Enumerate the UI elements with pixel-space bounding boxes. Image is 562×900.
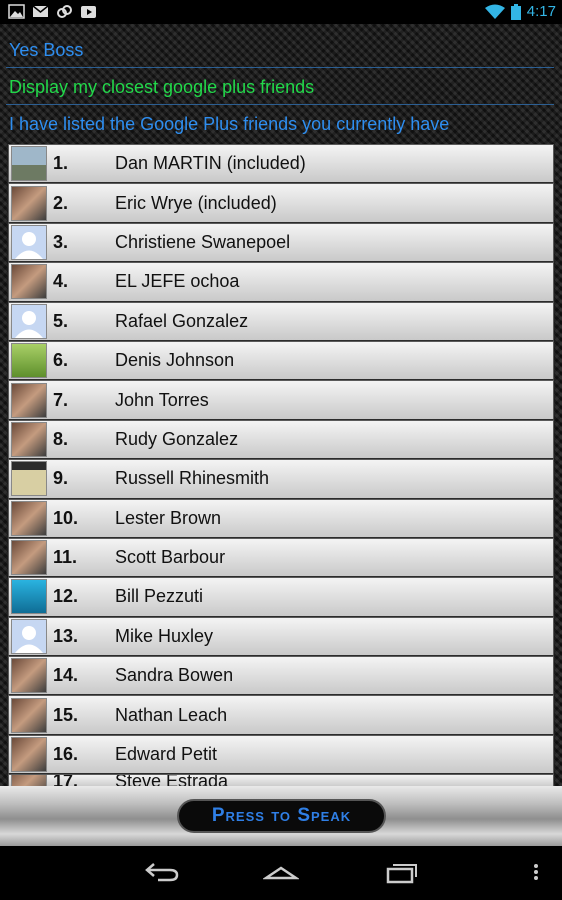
battery-icon <box>510 3 521 20</box>
list-item[interactable]: 8. Rudy Gonzalez <box>8 419 554 460</box>
friend-name: Scott Barbour <box>115 547 226 568</box>
friend-rank: 9. <box>53 468 69 489</box>
list-item[interactable]: 16. Edward Petit <box>8 734 554 775</box>
avatar <box>11 697 47 733</box>
friend-rank: 4. <box>53 271 69 292</box>
wifi-icon <box>484 4 505 19</box>
avatar <box>11 303 47 339</box>
friend-rank: 13. <box>53 625 79 646</box>
friend-rank: 5. <box>53 310 69 331</box>
avatar <box>11 461 47 497</box>
friend-rank: 8. <box>53 428 69 449</box>
list-item[interactable]: 2. Eric Wrye (included) <box>8 183 554 223</box>
avatar <box>11 382 47 418</box>
list-item[interactable]: 10. Lester Brown <box>8 498 554 538</box>
user-command: Display my closest google plus friends <box>9 77 315 97</box>
gmail-icon <box>32 5 49 17</box>
friend-rank: 2. <box>53 192 69 213</box>
navigation-bar <box>0 846 562 900</box>
list-item[interactable]: 13. Mike Huxley <box>8 616 554 657</box>
list-item[interactable]: 17. Steve Estrada <box>8 774 554 786</box>
clock: 4:17 <box>526 3 556 20</box>
friend-rank: 1. <box>53 153 69 174</box>
menu-icon[interactable] <box>530 860 542 884</box>
friend-name: Steve Estrada <box>115 774 229 786</box>
avatar <box>11 500 47 536</box>
avatar <box>11 737 47 773</box>
friend-name: Mike Huxley <box>115 625 214 646</box>
avatar <box>11 224 47 260</box>
list-item[interactable]: 9. Russell Rhinesmith <box>8 459 554 499</box>
friend-name: Rudy Gonzalez <box>115 428 239 449</box>
notification-icons <box>8 4 97 19</box>
list-item[interactable]: 7. John Torres <box>8 380 554 420</box>
list-item[interactable]: 5. Rafael Gonzalez <box>8 301 554 341</box>
press-to-speak-button[interactable]: Press to Speak <box>177 799 386 833</box>
friend-name: John Torres <box>115 389 209 410</box>
avatar <box>11 775 47 786</box>
friend-rank: 14. <box>53 665 79 686</box>
avatar <box>11 658 47 694</box>
list-item[interactable]: 14. Sandra Bowen <box>8 656 554 696</box>
friend-name: Dan MARTIN (included) <box>115 153 306 174</box>
friend-rank: 6. <box>53 350 69 371</box>
friend-rank: 17. <box>53 774 79 786</box>
friend-name: Bill Pezzuti <box>115 586 204 607</box>
divider <box>6 67 554 68</box>
assistant-response-2: I have listed the Google Plus friends yo… <box>9 114 450 134</box>
friend-rank: 11. <box>53 547 78 568</box>
friend-name: Eric Wrye (included) <box>115 192 277 213</box>
sync-icon <box>57 5 72 18</box>
divider <box>6 104 554 105</box>
main-content: Yes Boss Display my closest google plus … <box>0 24 562 786</box>
friend-name: Sandra Bowen <box>115 665 234 686</box>
assistant-response-1: Yes Boss <box>9 40 84 60</box>
friend-name: Nathan Leach <box>115 704 228 725</box>
list-item[interactable]: 1. Dan MARTIN (included) <box>8 144 554 184</box>
list-item[interactable]: 6. Denis Johnson <box>8 340 554 381</box>
friend-rank: 12. <box>53 586 79 607</box>
friend-name: Edward Petit <box>115 744 218 765</box>
friend-name: Russell Rhinesmith <box>115 468 270 489</box>
friend-name: EL JEFE ochoa <box>115 271 240 292</box>
recent-apps-icon[interactable] <box>384 860 420 884</box>
list-item[interactable]: 12. Bill Pezzuti <box>8 577 554 617</box>
avatar <box>11 264 47 300</box>
status-bar: 4:17 <box>0 0 562 24</box>
friend-rank: 3. <box>53 231 69 252</box>
friend-rank: 7. <box>53 389 69 410</box>
avatar <box>11 618 47 654</box>
list-item[interactable]: 11. Scott Barbour <box>8 537 554 578</box>
friend-name: Christiene Swanepoel <box>115 231 291 252</box>
avatar <box>11 185 47 221</box>
picture-icon <box>8 4 25 19</box>
home-icon[interactable] <box>263 860 299 884</box>
avatar <box>11 540 47 576</box>
friend-rank: 10. <box>53 507 79 528</box>
avatar <box>11 579 47 615</box>
speak-bar: Press to Speak <box>0 786 562 846</box>
friend-name: Denis Johnson <box>115 350 235 371</box>
list-item[interactable]: 15. Nathan Leach <box>8 695 554 735</box>
list-item[interactable]: 3. Christiene Swanepoel <box>8 222 554 263</box>
friend-name: Lester Brown <box>115 507 222 528</box>
list-item[interactable]: 4. EL JEFE ochoa <box>8 262 554 302</box>
avatar <box>11 343 47 379</box>
friend-list[interactable]: 1. Dan MARTIN (included) 2. Eric Wrye (incl… <box>8 144 554 786</box>
friend-rank: 16. <box>53 744 79 765</box>
back-icon[interactable] <box>144 860 180 884</box>
friend-rank: 15. <box>53 704 79 725</box>
avatar <box>11 146 47 182</box>
avatar <box>11 421 47 457</box>
youtube-icon <box>81 6 96 18</box>
friend-name: Rafael Gonzalez <box>115 310 249 331</box>
